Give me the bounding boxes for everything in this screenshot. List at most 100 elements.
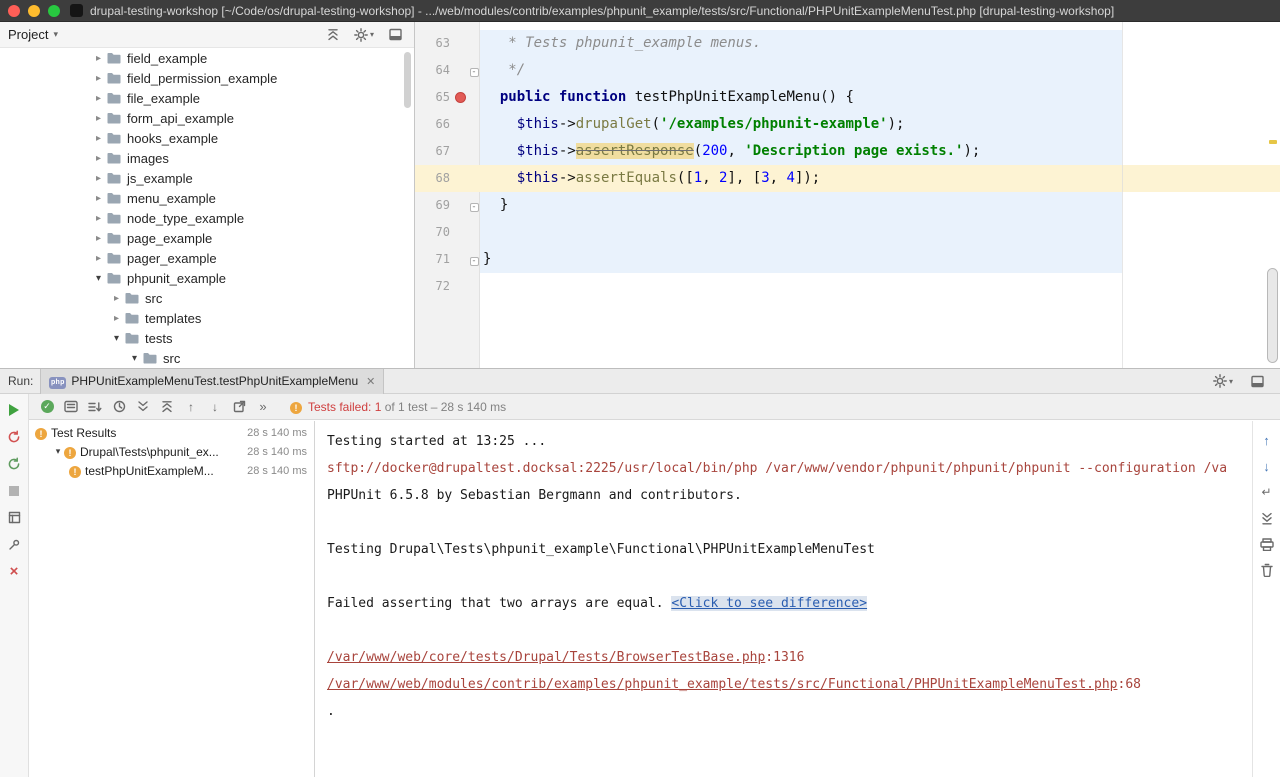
editor-line-71[interactable]: 71-}: [415, 246, 1280, 273]
project-tree-item-src[interactable]: ▾src: [0, 348, 414, 368]
chevron-expanded-icon[interactable]: ▾: [128, 353, 141, 364]
chevron-collapsed-icon[interactable]: ▸: [92, 73, 105, 84]
fold-marker-icon[interactable]: -: [470, 203, 479, 212]
down-stack-trace-icon[interactable]: ↓: [1253, 453, 1280, 479]
chevron-collapsed-icon[interactable]: ▸: [92, 173, 105, 184]
scroll-to-end-icon[interactable]: [1253, 505, 1280, 531]
project-tree-item-menu_example[interactable]: ▸menu_example: [0, 188, 414, 208]
fold-marker-icon[interactable]: -: [470, 68, 479, 77]
test-tree-item[interactable]: !Test Results28 s 140 ms: [29, 423, 314, 442]
chevron-collapsed-icon[interactable]: ▸: [92, 213, 105, 224]
up-stack-trace-icon[interactable]: ↑: [1253, 427, 1280, 453]
editor-line-70[interactable]: 70: [415, 219, 1280, 246]
sort-alphabetically-icon[interactable]: [84, 397, 106, 417]
project-tree-item-src[interactable]: ▸src: [0, 288, 414, 308]
minimize-window-button[interactable]: [28, 5, 40, 17]
soft-wrap-icon[interactable]: ↵: [1253, 479, 1280, 505]
editor-line-66[interactable]: 66 $this->drupalGet('/examples/phpunit-e…: [415, 111, 1280, 138]
project-tree-item-page_example[interactable]: ▸page_example: [0, 228, 414, 248]
test-tree-item[interactable]: ▾!Drupal\Tests\phpunit_ex...28 s 140 ms: [29, 442, 314, 461]
close-tab-icon[interactable]: ✕: [366, 375, 375, 388]
code-text[interactable]: */: [480, 57, 1280, 84]
code-text[interactable]: $this->assertEquals([1, 2], [3, 4]);: [480, 165, 1280, 192]
code-text[interactable]: public function testPhpUnitExampleMenu()…: [480, 84, 1280, 111]
previous-failed-test-icon[interactable]: ↑: [180, 397, 202, 417]
collapse-all-icon[interactable]: [322, 25, 344, 45]
restore-layout-icon[interactable]: [0, 504, 28, 531]
project-tree-item-field_example[interactable]: ▸field_example: [0, 48, 414, 68]
code-text[interactable]: }: [480, 192, 1280, 219]
pin-tab-icon[interactable]: [0, 531, 28, 558]
project-tree-item-pager_example[interactable]: ▸pager_example: [0, 248, 414, 268]
stop-icon[interactable]: [0, 477, 28, 504]
test-tree-item[interactable]: !testPhpUnitExampleM...28 s 140 ms: [29, 461, 314, 480]
project-tree-scrollbar[interactable]: [404, 52, 411, 108]
failed-test-run-icon[interactable]: [455, 92, 466, 103]
toggle-auto-test-icon[interactable]: [0, 450, 28, 477]
close-window-button[interactable]: [8, 5, 20, 17]
project-tree-item-tests[interactable]: ▾tests: [0, 328, 414, 348]
code-text[interactable]: [480, 273, 1280, 300]
run-tab[interactable]: php PHPUnitExampleMenuTest.testPhpUnitEx…: [40, 369, 384, 394]
chevron-expanded-icon[interactable]: ▾: [92, 273, 105, 284]
editor-line-65[interactable]: 65 public function testPhpUnitExampleMen…: [415, 84, 1280, 111]
editor-line-68[interactable]: 68 $this->assertEquals([1, 2], [3, 4]);: [415, 165, 1280, 192]
chevron-collapsed-icon[interactable]: ▸: [92, 133, 105, 144]
chevron-collapsed-icon[interactable]: ▸: [92, 233, 105, 244]
project-tree-item-form_api_example[interactable]: ▸form_api_example: [0, 108, 414, 128]
show-passed-icon[interactable]: ✓: [36, 397, 58, 417]
chevron-collapsed-icon[interactable]: ▸: [92, 153, 105, 164]
editor-line-63[interactable]: 63 * Tests phpunit_example menus.: [415, 30, 1280, 57]
chevron-expanded-icon[interactable]: ▾: [52, 446, 64, 457]
editor[interactable]: 63 * Tests phpunit_example menus.64- */6…: [415, 22, 1280, 368]
sort-by-duration-icon[interactable]: [108, 397, 130, 417]
show-ignored-icon[interactable]: [60, 397, 82, 417]
project-tree-item-hooks_example[interactable]: ▸hooks_example: [0, 128, 414, 148]
collapse-all-icon[interactable]: [156, 397, 178, 417]
view-differences-link[interactable]: <Click to see difference>: [671, 596, 867, 611]
code-text[interactable]: [480, 219, 1280, 246]
hide-window-icon[interactable]: [1246, 371, 1268, 391]
console-output[interactable]: Testing started at 13:25 ...sftp://docke…: [315, 421, 1252, 777]
settings-gear-icon[interactable]: ▾: [1212, 371, 1234, 391]
code-text[interactable]: * Tests phpunit_example menus.: [480, 30, 1280, 57]
editor-line-72[interactable]: 72: [415, 273, 1280, 300]
stacktrace-file-link[interactable]: /var/www/web/core/tests/Drupal/Tests/Bro…: [327, 650, 765, 665]
chevron-collapsed-icon[interactable]: ▸: [110, 313, 123, 324]
chevron-collapsed-icon[interactable]: ▸: [92, 193, 105, 204]
code-text[interactable]: }: [480, 246, 1280, 273]
settings-gear-icon[interactable]: ▾: [353, 25, 375, 45]
rerun-tests-icon[interactable]: [0, 396, 28, 423]
project-tree-item-templates[interactable]: ▸templates: [0, 308, 414, 328]
editor-line-64[interactable]: 64- */: [415, 57, 1280, 84]
code-text[interactable]: $this->drupalGet('/examples/phpunit-exam…: [480, 111, 1280, 138]
print-icon[interactable]: [1253, 531, 1280, 557]
project-tree-item-file_example[interactable]: ▸file_example: [0, 88, 414, 108]
editor-line-67[interactable]: 67 $this->assertResponse(200, 'Descripti…: [415, 138, 1280, 165]
clear-all-icon[interactable]: [1253, 557, 1280, 583]
close-icon[interactable]: ×: [0, 558, 28, 585]
project-tree-item-js_example[interactable]: ▸js_example: [0, 168, 414, 188]
chevron-collapsed-icon[interactable]: ▸: [92, 253, 105, 264]
project-tree-item-node_type_example[interactable]: ▸node_type_example: [0, 208, 414, 228]
warning-stripe-mark[interactable]: [1269, 140, 1277, 144]
more-icon[interactable]: »: [252, 397, 274, 417]
code-text[interactable]: $this->assertResponse(200, 'Description …: [480, 138, 1280, 165]
zoom-window-button[interactable]: [48, 5, 60, 17]
project-tree-item-phpunit_example[interactable]: ▾phpunit_example: [0, 268, 414, 288]
chevron-collapsed-icon[interactable]: ▸: [110, 293, 123, 304]
editor-scrollbar[interactable]: [1267, 268, 1278, 363]
project-tree-item-field_permission_example[interactable]: ▸field_permission_example: [0, 68, 414, 88]
hide-window-icon[interactable]: [384, 25, 406, 45]
stacktrace-file-link[interactable]: /var/www/web/modules/contrib/examples/ph…: [327, 677, 1118, 692]
chevron-expanded-icon[interactable]: ▾: [110, 333, 123, 344]
chevron-collapsed-icon[interactable]: ▸: [92, 113, 105, 124]
test-history-icon[interactable]: [228, 397, 250, 417]
editor-line-69[interactable]: 69- }: [415, 192, 1280, 219]
rerun-failed-tests-icon[interactable]: [0, 423, 28, 450]
chevron-collapsed-icon[interactable]: ▸: [92, 53, 105, 64]
project-tree-item-images[interactable]: ▸images: [0, 148, 414, 168]
project-panel-title[interactable]: Project ▾: [8, 27, 58, 42]
fold-marker-icon[interactable]: -: [470, 257, 479, 266]
next-failed-test-icon[interactable]: ↓: [204, 397, 226, 417]
